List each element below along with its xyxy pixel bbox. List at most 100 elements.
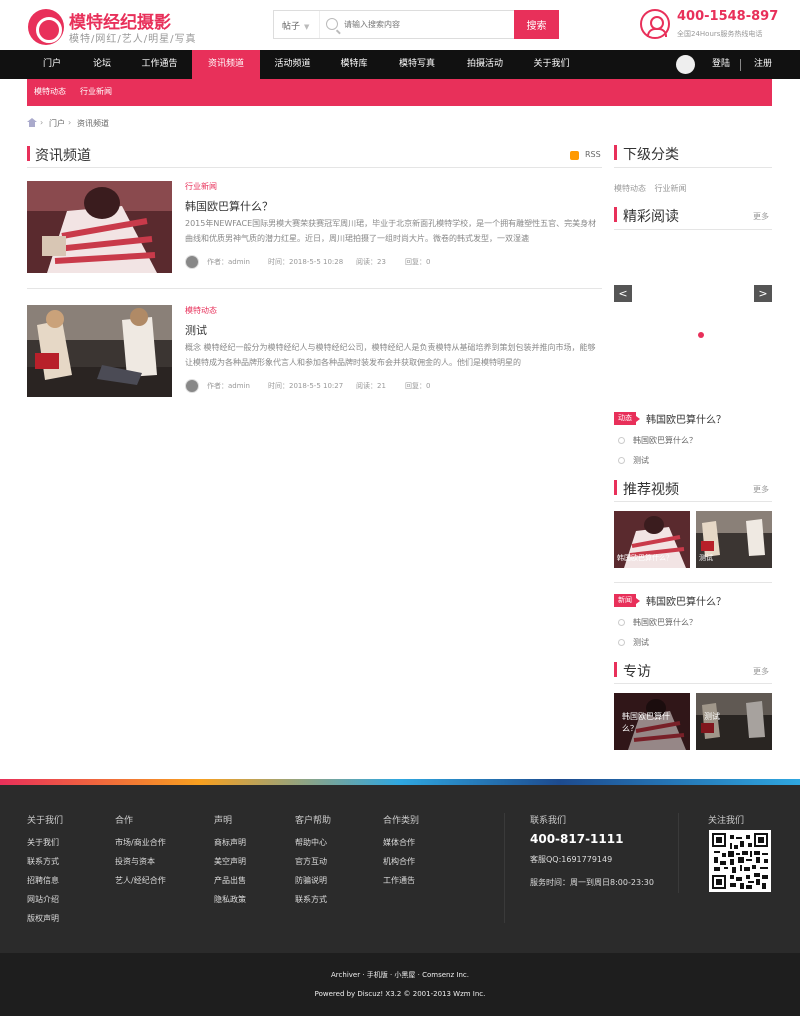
footer-link[interactable]: 招聘信息: [27, 875, 63, 894]
nav-item-shoots[interactable]: 拍摄活动: [451, 50, 519, 79]
nav-item-news[interactable]: 资讯频道: [192, 50, 260, 79]
featured-more-link[interactable]: 更多: [753, 211, 769, 222]
follow-title: 关注我们: [708, 816, 745, 826]
login-link[interactable]: 登陆: [712, 50, 730, 79]
footer-link[interactable]: 艺人/经纪合作: [115, 875, 166, 894]
slider-dot-active[interactable]: [698, 332, 704, 338]
sub-nav: 模特动态 行业新闻: [27, 79, 772, 106]
search-type-label: 帖子: [282, 22, 301, 32]
sidebar-subcats: 模特动态 行业新闻: [614, 183, 687, 194]
circle-bullet-icon: [618, 639, 625, 646]
copyright-line: Powered by Discuz! X3.2 © 2001-2013 Wzm …: [314, 990, 486, 998]
subnav-item-model-news[interactable]: 模特动态: [34, 79, 66, 104]
footer-link[interactable]: 网站介绍: [27, 894, 63, 913]
featured-slider: < >: [614, 238, 772, 398]
video-more-link[interactable]: 更多: [753, 484, 769, 495]
article-title[interactable]: 测试: [185, 322, 207, 338]
interview-more-link[interactable]: 更多: [753, 666, 769, 677]
video-thumbnail[interactable]: 韩国欧巴算什么？: [614, 511, 690, 568]
slider-next-button[interactable]: >: [754, 285, 772, 302]
article-views: 阅读：23: [356, 258, 386, 266]
footer-link[interactable]: 隐私政策: [214, 894, 246, 913]
footer-links-line[interactable]: Archiver · 手机版 · 小黑屋 · Comsenz Inc.: [0, 970, 800, 980]
article-title[interactable]: 韩国欧巴算什么？: [185, 198, 273, 214]
rss-link[interactable]: RSS: [570, 150, 601, 162]
nav-item-jobs[interactable]: 工作通告: [127, 50, 192, 79]
article-category[interactable]: 行业新闻: [185, 181, 217, 192]
headline-link[interactable]: 韩国欧巴算什么？: [646, 593, 726, 608]
footer-link[interactable]: 帮助中心: [295, 837, 331, 856]
nav-item-portal[interactable]: 门户: [27, 50, 77, 79]
footer-link[interactable]: 工作通告: [383, 875, 419, 894]
footer-link[interactable]: 机构合作: [383, 856, 419, 875]
slider-prev-button[interactable]: <: [614, 285, 632, 302]
circle-bullet-icon: [618, 457, 625, 464]
contact-hours: 服务时间：周一到周日8:00-23:30: [530, 878, 654, 887]
footer-link[interactable]: 防骗说明: [295, 875, 331, 894]
hotline-person-icon: [640, 9, 670, 39]
nav-item-forum[interactable]: 论坛: [77, 50, 127, 79]
section-bar: [27, 146, 30, 161]
footer-link[interactable]: 美空声明: [214, 856, 246, 875]
author-avatar[interactable]: [185, 379, 199, 393]
footer-column-title: 合作: [115, 816, 134, 826]
author-avatar[interactable]: [185, 255, 199, 269]
footer-link[interactable]: 商标声明: [214, 837, 246, 856]
contact-phone: 400-817-1111: [530, 832, 624, 846]
article-thumbnail[interactable]: [27, 181, 172, 273]
footer-link[interactable]: 关于我们: [27, 837, 63, 856]
footer-link[interactable]: 市场/商业合作: [115, 837, 166, 856]
register-link[interactable]: 注册: [754, 50, 772, 79]
article-category[interactable]: 模特动态: [185, 305, 217, 316]
tag-badge: 动态: [614, 412, 640, 425]
footer-link[interactable]: 联系方式: [27, 856, 63, 875]
interview-thumbnail[interactable]: 测试: [696, 693, 772, 750]
footer-link[interactable]: 产品出售: [214, 875, 246, 894]
breadcrumb-portal[interactable]: 门户: [49, 118, 65, 129]
article-views: 阅读：21: [356, 382, 386, 390]
search-input[interactable]: [344, 14, 512, 34]
headline-link[interactable]: 韩国欧巴算什么？: [646, 411, 726, 426]
search-type-select[interactable]: 帖子 ▼: [274, 11, 320, 38]
footer-link[interactable]: 联系方式: [295, 894, 331, 913]
footer-divider: [504, 813, 505, 923]
footer-link[interactable]: 官方互动: [295, 856, 331, 875]
nav-item-models[interactable]: 模特库: [325, 50, 383, 79]
page-title: 资讯频道: [35, 148, 91, 164]
footer-column-title: 合作类别: [383, 816, 420, 826]
site-logo[interactable]: 模特经纪摄影 模特/网红/艺人/明星/写真: [28, 6, 198, 46]
search-box: 帖子▼ 搜索: [273, 10, 559, 39]
qr-code-icon: [709, 830, 771, 892]
nav-item-events[interactable]: 活动频道: [260, 50, 325, 79]
subnav-item-industry-news[interactable]: 行业新闻: [80, 79, 112, 104]
nav-item-photos[interactable]: 模特写真: [383, 50, 451, 79]
footer-link[interactable]: 媒体合作: [383, 837, 419, 856]
article-summary: 2015年NEWFACE国际男模大赛荣获赛冠军周川珺，毕业于北京新面孔模特学校，…: [185, 219, 597, 243]
nav-item-about[interactable]: 关于我们: [519, 50, 584, 79]
article-thumbnail[interactable]: [27, 305, 172, 397]
footer-column-title: 客户帮助: [295, 816, 332, 826]
article-summary: 概念 模特经纪一般分为模特经纪人与模特经纪公司，模特经纪人是负责模特从基础培养到…: [185, 343, 596, 367]
footer-column: 合作类别 媒体合作 机构合作 工作通告: [383, 813, 419, 894]
interview-thumbnail[interactable]: 韩国欧巴算什么？: [614, 693, 690, 750]
sidebar-divider: [614, 167, 772, 168]
user-avatar[interactable]: [676, 55, 695, 74]
footer-column: 关于我们 关于我们 联系方式 招聘信息 网站介绍 版权声明: [27, 813, 63, 932]
chevron-right-icon: ›: [40, 118, 44, 127]
footer-link[interactable]: 投资与资本: [115, 856, 166, 875]
tag-badge: 新闻: [614, 594, 640, 607]
footer-column: 合作 市场/商业合作 投资与资本 艺人/经纪合作: [115, 813, 166, 894]
article-author: 作者：admin: [207, 382, 250, 390]
video-caption: 测试: [699, 554, 713, 562]
footer-link[interactable]: 版权声明: [27, 913, 63, 932]
breadcrumb-news[interactable]: 资讯频道: [77, 118, 109, 129]
circle-bullet-icon: [618, 437, 625, 444]
sidebar-divider: [614, 582, 772, 583]
interview-caption: 韩国欧巴算什么？: [622, 712, 670, 733]
subcat-link-model-news[interactable]: 模特动态: [614, 184, 646, 193]
video-thumbnail[interactable]: 测试: [696, 511, 772, 568]
home-icon[interactable]: [27, 118, 37, 127]
rss-label: RSS: [585, 150, 601, 159]
search-button[interactable]: 搜索: [514, 10, 559, 39]
subcat-link-industry-news[interactable]: 行业新闻: [655, 184, 687, 193]
